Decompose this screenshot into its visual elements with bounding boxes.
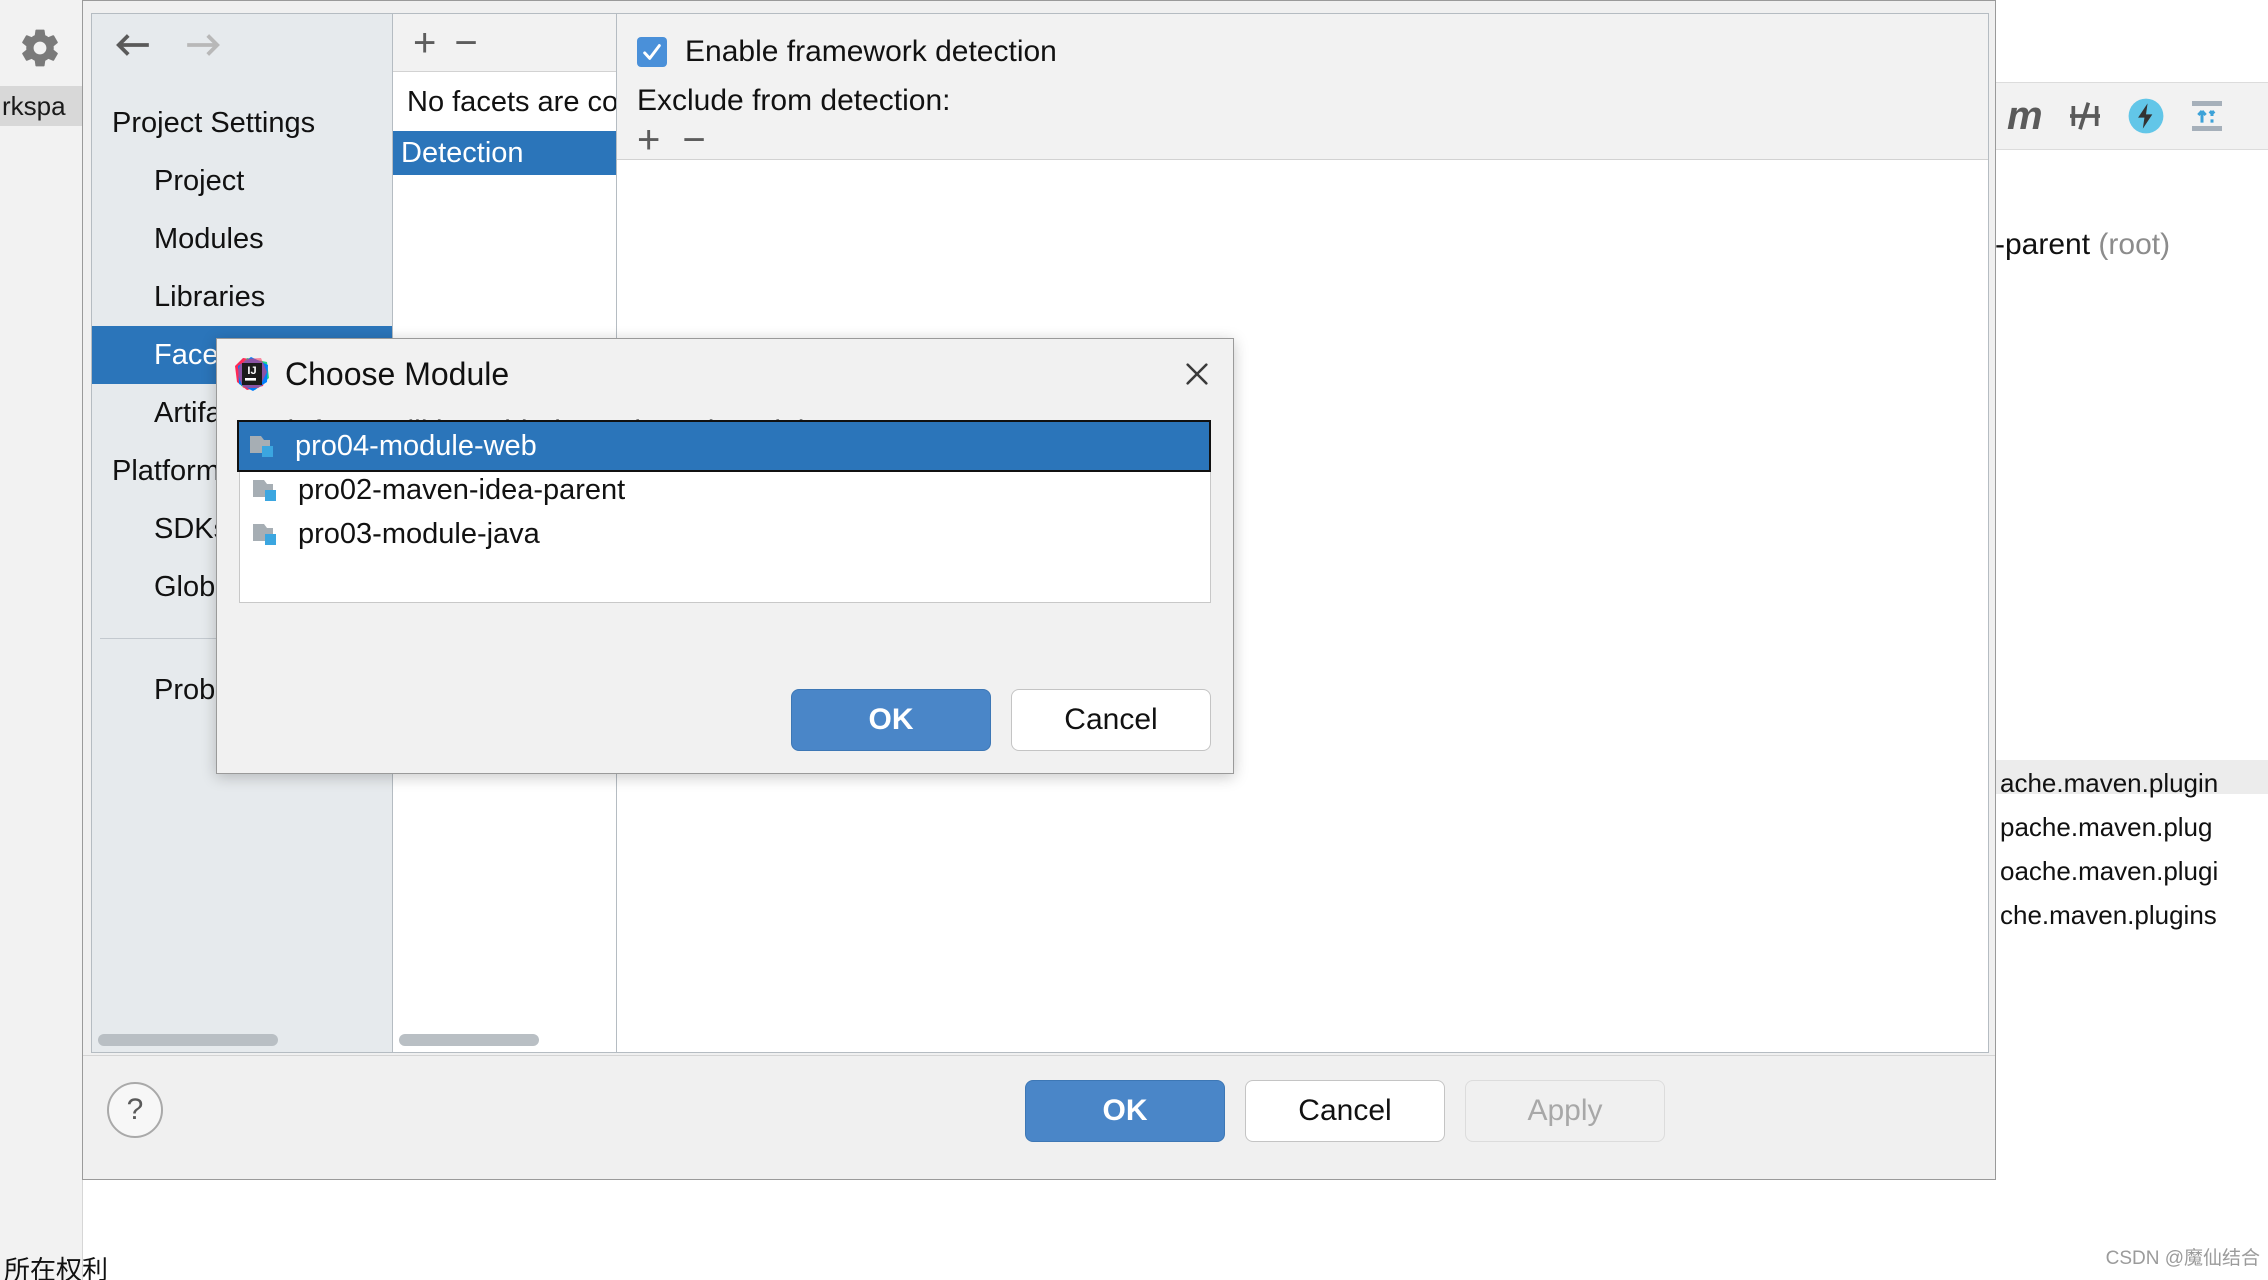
watermark: CSDN @魔仙结合 xyxy=(2105,1248,2260,1269)
list-item[interactable]: ache.maven.plugin xyxy=(2000,770,2268,814)
svg-text:IJ: IJ xyxy=(247,365,256,377)
list-item-label: pro02-maven-idea-parent xyxy=(298,473,626,506)
list-item-label: pro04-module-web xyxy=(295,429,537,462)
background-bottom-text: 所在权利 xyxy=(4,1255,109,1280)
list-item[interactable]: pro03-module-java xyxy=(240,512,1210,556)
expand-collapse-icon[interactable] xyxy=(2187,96,2227,136)
arrow-left-icon[interactable] xyxy=(114,31,152,59)
detection-header: Enable framework detection Exclude from … xyxy=(617,14,1988,160)
facets-empty-text: No facets are co xyxy=(407,86,616,118)
sidebar-item-libraries[interactable]: Libraries xyxy=(92,268,392,326)
enable-framework-detection-row[interactable]: Enable framework detection xyxy=(637,30,1988,74)
module-folder-icon xyxy=(252,520,284,548)
minus-icon[interactable]: − xyxy=(454,23,477,63)
screen-root: rkspa m -parent (root) ache.maven.plugin… xyxy=(0,0,2268,1280)
apply-button: Apply xyxy=(1465,1080,1665,1142)
ok-button[interactable]: OK xyxy=(1025,1080,1225,1142)
checkbox-checked-icon[interactable] xyxy=(637,37,667,67)
choose-module-button-group: OK Cancel xyxy=(791,689,1211,751)
plus-icon[interactable]: + xyxy=(637,120,660,160)
exclude-toolbar: + − xyxy=(637,120,1988,160)
list-item-label: pro03-module-java xyxy=(298,517,540,550)
nav-horizontal-scrollbar[interactable] xyxy=(98,1034,278,1046)
choose-module-title: Choose Module xyxy=(285,355,510,392)
list-item[interactable]: pache.maven.plug xyxy=(2000,814,2268,858)
nav-history-controls xyxy=(92,14,392,76)
list-item[interactable]: che.maven.plugins xyxy=(2000,902,2268,946)
list-item[interactable]: pro02-maven-idea-parent xyxy=(240,468,1210,512)
nav-group-project-settings: Project Settings xyxy=(112,106,316,139)
choose-module-titlebar: IJ Choose Module xyxy=(217,339,1233,409)
help-button[interactable]: ? xyxy=(107,1082,163,1138)
minus-icon[interactable]: − xyxy=(682,120,705,160)
maven-parent-node: -parent (root) xyxy=(1995,228,2170,262)
arrow-right-icon xyxy=(184,31,222,59)
maven-plugin-list: ache.maven.plugin pache.maven.plug oache… xyxy=(2000,770,2268,946)
skip-tests-icon[interactable] xyxy=(2065,96,2105,136)
maven-toolbar: m xyxy=(1995,82,2268,150)
execute-goal-icon[interactable] xyxy=(2127,97,2165,135)
sidebar-item-modules[interactable]: Modules xyxy=(92,210,392,268)
cancel-button[interactable]: Cancel xyxy=(1245,1080,1445,1142)
plus-icon[interactable]: + xyxy=(413,23,436,63)
facets-row-detection[interactable]: Detection xyxy=(393,131,616,175)
exclude-from-detection-label: Exclude from detection: xyxy=(637,84,951,117)
facets-toolbar: + − xyxy=(393,14,616,72)
module-folder-icon xyxy=(249,432,281,460)
maven-parent-root: (root) xyxy=(2098,228,2171,261)
sidebar-item-project[interactable]: Project xyxy=(92,152,392,210)
facets-horizontal-scrollbar[interactable] xyxy=(399,1034,539,1046)
list-item-selected[interactable]: pro04-module-web xyxy=(237,420,1211,472)
project-structure-footer: ? OK Cancel Apply xyxy=(83,1055,1995,1179)
enable-framework-detection-label: Enable framework detection xyxy=(685,35,1057,68)
cancel-button[interactable]: Cancel xyxy=(1011,689,1211,751)
ide-left-strip xyxy=(0,0,83,1280)
module-list[interactable]: pro02-maven-idea-parent pro03-module-jav… xyxy=(239,467,1211,603)
maven-parent-label: -parent xyxy=(1995,228,2091,261)
intellij-idea-icon: IJ xyxy=(233,356,269,392)
footer-button-group: OK Cancel Apply xyxy=(1025,1080,1665,1142)
choose-module-dialog: IJ Choose Module Web facet will be added… xyxy=(216,338,1234,774)
close-icon[interactable] xyxy=(1177,354,1217,394)
list-item[interactable]: oache.maven.plugi xyxy=(2000,858,2268,902)
maven-m-icon[interactable]: m xyxy=(2007,96,2043,136)
module-folder-icon xyxy=(252,476,284,504)
ok-button[interactable]: OK xyxy=(791,689,991,751)
gear-icon[interactable] xyxy=(18,26,62,70)
workspace-tab[interactable]: rkspa xyxy=(0,86,82,126)
